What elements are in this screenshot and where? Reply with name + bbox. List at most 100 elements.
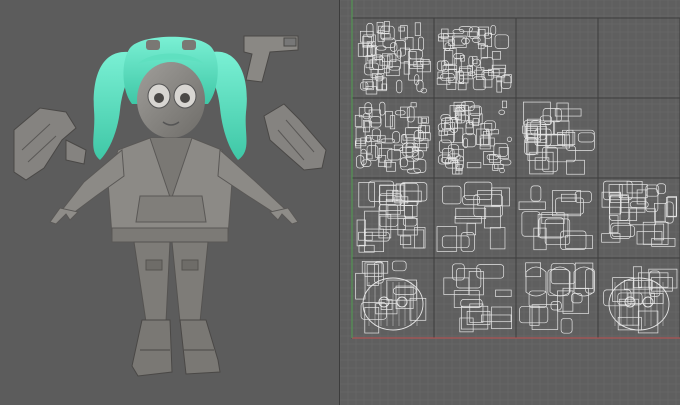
uv-island: [404, 200, 418, 218]
uv-island: [466, 162, 482, 169]
uv-tile[interactable]: [515, 177, 599, 259]
uv-island: [444, 42, 451, 51]
boots: [131, 319, 221, 377]
uv-island: [626, 181, 643, 194]
uv-island: [418, 36, 425, 51]
uv-island: [380, 33, 391, 39]
uv-island: [396, 296, 408, 308]
uv-tile[interactable]: [433, 97, 517, 179]
uv-island: [667, 196, 678, 217]
uv-tile[interactable]: [597, 17, 680, 99]
uv-island: [632, 266, 642, 289]
uv-island: [495, 289, 512, 297]
uv-island: [363, 120, 370, 133]
uv-tile[interactable]: [433, 17, 517, 99]
uv-island: [492, 163, 499, 171]
uv-grid[interactable]: [340, 0, 680, 405]
uv-island: [501, 100, 508, 109]
uv-island: [555, 197, 585, 215]
uv-tile[interactable]: [433, 257, 517, 339]
uv-island: [484, 206, 501, 229]
uv-island: [529, 151, 554, 175]
uv-island: [642, 296, 654, 308]
uv-island: [365, 55, 373, 69]
uv-island: [402, 229, 425, 249]
uv-island: [378, 296, 390, 308]
uv-tile[interactable]: [351, 177, 435, 259]
uv-tile[interactable]: [515, 97, 599, 179]
uv-island: [399, 182, 419, 207]
uv-island: [544, 218, 571, 245]
uv-island: [387, 149, 401, 161]
uv-island: [442, 185, 462, 205]
uv-island: [454, 216, 482, 224]
uv-tile[interactable]: [351, 97, 435, 179]
uv-island: [491, 306, 512, 330]
uv-island: [525, 262, 541, 278]
uv-editor[interactable]: [340, 0, 680, 405]
uv-island: [367, 41, 374, 48]
uv-island: [550, 263, 576, 285]
character-model[interactable]: [0, 0, 340, 405]
uv-tile[interactable]: [515, 257, 599, 339]
uv-island: [453, 127, 464, 144]
uv-island: [398, 26, 405, 32]
uv-island: [472, 58, 481, 67]
uv-island: [530, 185, 542, 202]
uv-island: [396, 79, 403, 94]
uv-island: [385, 110, 393, 128]
uv-island: [531, 304, 559, 330]
uv-island: [525, 266, 547, 297]
uv-island: [492, 51, 501, 60]
uv-island: [460, 232, 475, 252]
uv-island: [498, 109, 505, 115]
uv-island: [651, 277, 673, 292]
uv-island: [461, 133, 476, 148]
uv-island: [364, 262, 383, 277]
uv-tile[interactable]: [597, 97, 680, 179]
uv-island: [446, 77, 457, 90]
uv-island: [366, 154, 373, 160]
uv-tile[interactable]: [351, 17, 435, 99]
uv-island: [577, 132, 595, 143]
uv-island: [409, 297, 427, 321]
uv-island: [574, 190, 592, 203]
uv-island: [611, 225, 636, 237]
uv-island: [529, 305, 540, 326]
uv-island: [436, 77, 451, 85]
uv-tile[interactable]: [597, 257, 680, 339]
uv-island: [636, 231, 663, 245]
pistol-icon: [243, 35, 299, 83]
uv-island: [560, 230, 587, 250]
uv-tile[interactable]: [597, 177, 680, 259]
uv-island: [476, 67, 485, 80]
uv-island: [477, 190, 502, 206]
uv-island: [400, 235, 412, 245]
uv-island: [468, 271, 484, 296]
uv-island: [421, 117, 427, 123]
gauntlet-left-icon: [13, 107, 87, 181]
uv-island: [420, 87, 428, 94]
uv-island: [364, 102, 372, 115]
uv-tile[interactable]: [433, 177, 517, 259]
uv-island: [478, 26, 489, 36]
uv-island: [355, 272, 366, 300]
uv-island: [562, 287, 589, 314]
uv-island: [642, 221, 669, 245]
uv-island: [393, 287, 417, 295]
uv-island: [438, 139, 452, 154]
3d-viewport[interactable]: [0, 0, 340, 405]
uv-tile[interactable]: [351, 257, 435, 339]
uv-island: [549, 266, 571, 297]
uv-island: [463, 137, 468, 149]
legs: [133, 241, 209, 323]
uv-island: [414, 22, 421, 36]
uv-tile[interactable]: [515, 17, 599, 99]
uv-island: [481, 314, 512, 323]
uv-island: [557, 290, 574, 312]
uv-island: [371, 128, 381, 141]
uv-island: [573, 266, 595, 297]
uv-island: [441, 235, 470, 249]
uv-island: [560, 318, 573, 334]
uv-island: [494, 34, 510, 49]
